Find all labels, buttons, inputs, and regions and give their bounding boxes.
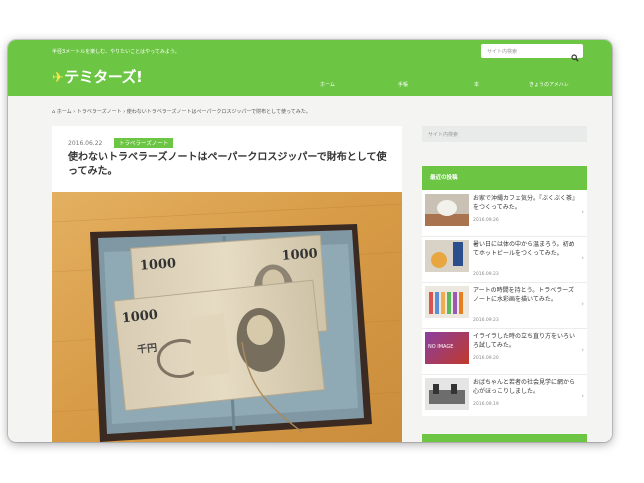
sidebar-search-input[interactable]: サイト内検索 (422, 126, 587, 142)
post-thumbnail[interactable] (425, 378, 469, 410)
post-thumbnail[interactable]: NO IMAGE (425, 332, 469, 364)
breadcrumb-category[interactable]: トラベラーズノート (77, 109, 122, 115)
post-title[interactable]: おばちゃんと若者の社会見学に網から心がほっこりしました。 (473, 378, 579, 396)
chevron-right-icon: › (581, 300, 584, 308)
recent-post-item[interactable]: おばちゃんと若者の社会見学に網から心がほっこりしました。 2016.09.19 … (422, 374, 587, 420)
site-header: 半径3メートルを楽しむ、やりたいことはやってみよう。 サイト内検索 ✈テミターズ… (8, 40, 612, 96)
nav-item-ameha[interactable]: きょうのアメハレ (529, 81, 569, 88)
breadcrumb-separator-icon: › (73, 109, 76, 115)
post-date: 2016.09.23 (473, 272, 499, 277)
post-title[interactable]: 暑い日には体の中から温まろう。初めてホットビールをつくってみた。 (473, 240, 579, 258)
chevron-right-icon: › (581, 392, 584, 400)
runner-icon: ✈ (52, 70, 64, 86)
post-thumbnail[interactable] (425, 286, 469, 318)
nav-item-home[interactable]: ホーム (320, 81, 335, 88)
chevron-right-icon: › (581, 208, 584, 216)
post-title[interactable]: アートの時間を持とう。トラベラーズノートに水彩画を描いてみた。 (473, 286, 579, 304)
sidebar-search-placeholder: サイト内検索 (428, 132, 459, 138)
article-featured-image: 1000 1000 1000 千円 (52, 192, 402, 442)
home-icon[interactable]: ⌂ (52, 109, 55, 115)
breadcrumb-home[interactable]: ホーム (57, 109, 72, 115)
browser-frame: 半径3メートルを楽しむ、やりたいことはやってみよう。 サイト内検索 ✈テミターズ… (8, 40, 612, 442)
post-title[interactable]: イライラした時の立ち直り方をいろいろ試してみた。 (473, 332, 579, 350)
post-thumbnail[interactable] (425, 240, 469, 272)
recent-post-item[interactable]: お家で沖縄カフェ気分。『ぶくぶく茶』をつくってみた。 2016.09.26 › (422, 190, 587, 237)
post-date: 2016.09.26 (473, 218, 499, 223)
breadcrumb-current: 使わないトラベラーズノートはペーパークロスジッパーで財布として使ってみた。 (126, 109, 311, 115)
header-search-placeholder: サイト内検索 (487, 49, 518, 55)
banknote-value-text: 1000 (139, 256, 176, 273)
recent-post-item[interactable]: アートの時間を持とう。トラベラーズノートに水彩画を描いてみた。 2016.09.… (422, 282, 587, 329)
next-widget-header (422, 434, 587, 442)
post-date: 2016.09.20 (473, 356, 499, 361)
post-date: 2016.09.19 (473, 402, 499, 407)
article-date: 2016.06.22 (68, 140, 103, 147)
site-tagline: 半径3メートルを楽しむ、やりたいことはやってみよう。 (52, 49, 180, 55)
nav-item-notebook[interactable]: 手帳 (398, 81, 408, 88)
page-content: ⌂ ホーム › トラベラーズノート › 使わないトラベラーズノートはペーパークロ… (8, 96, 612, 442)
banknote-value-text: 1000 (281, 246, 318, 263)
logo-text: テミターズ! (64, 68, 143, 86)
breadcrumb: ⌂ ホーム › トラベラーズノート › 使わないトラベラーズノートはペーパークロ… (52, 108, 311, 115)
site-logo[interactable]: ✈テミターズ! (52, 66, 143, 87)
no-image-label: NO IMAGE (428, 344, 454, 350)
recent-post-item[interactable]: 暑い日には体の中から温まろう。初めてホットビールをつくってみた。 2016.09… (422, 236, 587, 283)
post-thumbnail[interactable] (425, 194, 469, 226)
recent-posts-heading: 最近の投稿 (422, 166, 587, 190)
post-title[interactable]: お家で沖縄カフェ気分。『ぶくぶく茶』をつくってみた。 (473, 194, 579, 212)
chevron-right-icon: › (581, 346, 584, 354)
breadcrumb-separator-icon: › (123, 109, 126, 115)
article-category-badge[interactable]: トラベラーズノート (114, 138, 174, 148)
header-search-input[interactable]: サイト内検索 (481, 44, 583, 62)
chevron-right-icon: › (581, 254, 584, 262)
search-icon[interactable] (571, 47, 579, 66)
recent-posts-widget: 最近の投稿 お家で沖縄カフェ気分。『ぶくぶく茶』をつくってみた。 2016.09… (422, 166, 587, 416)
nav-item-books[interactable]: 本 (474, 81, 479, 88)
article-card: 2016.06.22 トラベラーズノート 使わないトラベラーズノートはペーパーク… (52, 126, 402, 442)
post-date: 2016.09.23 (473, 318, 499, 323)
recent-post-item[interactable]: NO IMAGE イライラした時の立ち直り方をいろいろ試してみた。 2016.0… (422, 328, 587, 375)
article-title: 使わないトラベラーズノートはペーパークロスジッパーで財布として使ってみた。 (68, 152, 387, 177)
